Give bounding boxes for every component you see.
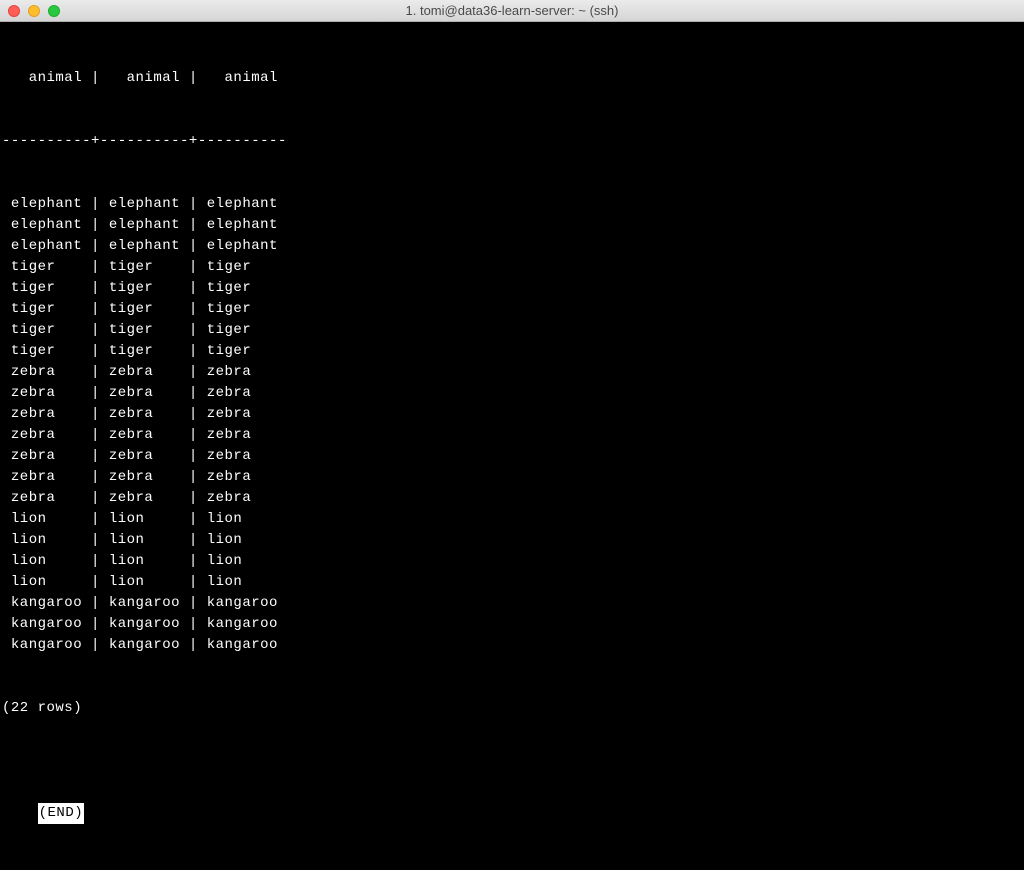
- table-row: zebra | zebra | zebra: [2, 488, 1022, 509]
- window-titlebar: 1. tomi@data36-learn-server: ~ (ssh): [0, 0, 1024, 22]
- zoom-button[interactable]: [48, 5, 60, 17]
- terminal-output[interactable]: animal | animal | animal ----------+----…: [0, 22, 1024, 870]
- table-row: elephant | elephant | elephant: [2, 215, 1022, 236]
- table-row: lion | lion | lion: [2, 572, 1022, 593]
- table-row: tiger | tiger | tiger: [2, 299, 1022, 320]
- table-row: elephant | elephant | elephant: [2, 194, 1022, 215]
- table-row: zebra | zebra | zebra: [2, 383, 1022, 404]
- table-separator: ----------+----------+----------: [2, 131, 1022, 152]
- table-row: lion | lion | lion: [2, 551, 1022, 572]
- minimize-button[interactable]: [28, 5, 40, 17]
- table-row: kangaroo | kangaroo | kangaroo: [2, 614, 1022, 635]
- table-row: zebra | zebra | zebra: [2, 446, 1022, 467]
- table-row: tiger | tiger | tiger: [2, 257, 1022, 278]
- table-row: zebra | zebra | zebra: [2, 362, 1022, 383]
- pager-end-marker: (END): [38, 803, 85, 824]
- table-row: lion | lion | lion: [2, 509, 1022, 530]
- table-row: tiger | tiger | tiger: [2, 341, 1022, 362]
- table-row: kangaroo | kangaroo | kangaroo: [2, 635, 1022, 656]
- table-row: tiger | tiger | tiger: [2, 320, 1022, 341]
- table-row: zebra | zebra | zebra: [2, 467, 1022, 488]
- table-row: kangaroo | kangaroo | kangaroo: [2, 593, 1022, 614]
- table-row: zebra | zebra | zebra: [2, 425, 1022, 446]
- row-count: (22 rows): [2, 698, 1022, 719]
- table-row: lion | lion | lion: [2, 530, 1022, 551]
- table-header-row: animal | animal | animal: [2, 68, 1022, 89]
- window-title: 1. tomi@data36-learn-server: ~ (ssh): [406, 3, 619, 18]
- table-row: elephant | elephant | elephant: [2, 236, 1022, 257]
- table-row: zebra | zebra | zebra: [2, 404, 1022, 425]
- traffic-lights: [8, 5, 60, 17]
- table-row: tiger | tiger | tiger: [2, 278, 1022, 299]
- close-button[interactable]: [8, 5, 20, 17]
